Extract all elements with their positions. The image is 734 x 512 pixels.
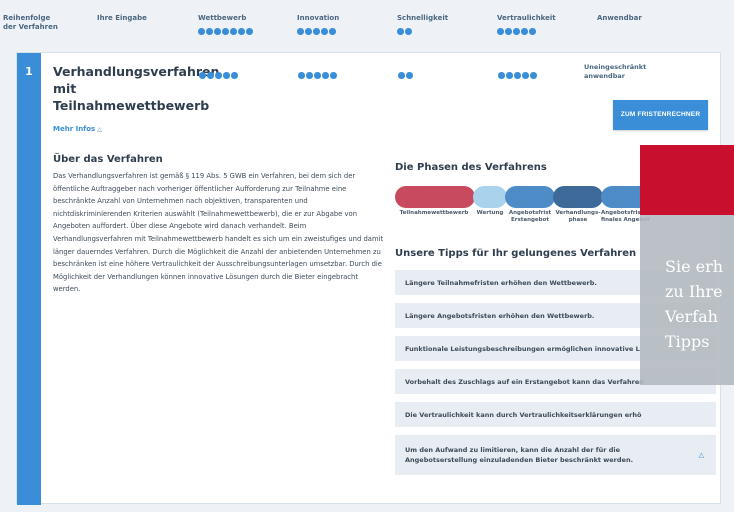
triangle-up-icon: △ (97, 126, 102, 133)
results-table-header: Reihenfolge der Verfahren Ihre Eingabe W… (0, 0, 734, 52)
rating-dot (207, 72, 214, 79)
rating-dot (505, 28, 512, 35)
rating-dot (314, 72, 321, 79)
phase-label-teilnahmewettbewerb: Teilnahmewettbewerb (399, 210, 469, 216)
tip-text: Längere Teilnahmefristen erhöhen den Wet… (405, 278, 597, 287)
header-vertraulichkeit-label: Vertraulichkeit (497, 14, 556, 22)
rating-dot (313, 28, 320, 35)
header-anwendbar: Anwendbar (597, 14, 642, 23)
tip-item-expanded[interactable]: Um den Aufwand zu limitieren, kann die A… (395, 435, 716, 475)
rating-dot (397, 28, 404, 35)
procedure-innovation-dots (298, 72, 337, 79)
header-order: Reihenfolge der Verfahren (3, 14, 58, 32)
more-info-label: Mehr Infos (53, 125, 96, 133)
rating-dot (238, 28, 245, 35)
rating-dot (497, 28, 504, 35)
rating-dot (529, 28, 536, 35)
procedure-rank-number: 1 (25, 65, 33, 78)
overlay-line: Sie erh (665, 257, 724, 276)
procedure-schnelligkeit-dots (398, 72, 413, 79)
procedure-wettbewerb-dots (199, 72, 238, 79)
rating-dot (230, 28, 237, 35)
rating-dot (199, 72, 206, 79)
rating-dot (514, 72, 521, 79)
rating-dot (330, 72, 337, 79)
vertraulichkeit-rating-dots (497, 28, 556, 35)
triangle-up-icon: △ (698, 451, 704, 459)
phase-label-verhandlung: Verhandlungs-phase (555, 210, 601, 223)
schnelligkeit-rating-dots (397, 28, 448, 35)
rating-dot (521, 28, 528, 35)
tip-text: Um den Aufwand zu limitieren, kann die A… (405, 446, 634, 464)
rating-dot (198, 28, 205, 35)
overlay-info-text: Sie erh zu Ihre Verfah Tipps (665, 254, 723, 354)
about-section-text: Das Verhandlungsverfahren ist gemäß § 11… (53, 172, 384, 294)
procedure-rank-bar: 1 (17, 53, 41, 505)
overlay-line: Verfah (665, 307, 718, 326)
rating-dot (297, 28, 304, 35)
header-input-label: Ihre Eingabe (97, 14, 147, 22)
tips-section-title: Unsere Tipps für Ihr gelungenes Verfahre… (395, 248, 637, 259)
rating-dot (298, 72, 305, 79)
phase-bar-wertung (473, 186, 507, 208)
about-section-title: Über das Verfahren (53, 154, 163, 165)
header-schnelligkeit-label: Schnelligkeit (397, 14, 449, 22)
rating-dot (506, 72, 513, 79)
tip-text: Die Vertraulichkeit kann durch Vertrauli… (405, 410, 642, 419)
innovation-rating-dots (297, 28, 339, 35)
procedure-title: Verhandlungsverfahren mit Teilnahmewettb… (53, 64, 220, 113)
rating-dot (222, 28, 229, 35)
phase-label-wertung: Wertung (476, 210, 504, 216)
rating-dot (321, 28, 328, 35)
overlay-red-header (640, 145, 734, 215)
overlay-line: Tipps (665, 332, 710, 351)
fristenrechner-button[interactable]: ZUM FRISTENRECHNER (613, 100, 708, 130)
rating-dot (306, 72, 313, 79)
phase-bar-verhandlung (553, 186, 603, 208)
procedure-vertraulichkeit-dots (498, 72, 537, 79)
overlay-line: zu Ihre (665, 282, 723, 301)
rating-dot (406, 72, 413, 79)
header-input: Ihre Eingabe (97, 14, 147, 23)
tip-text: Funktionale Leistungsbeschreibungen ermö… (405, 344, 640, 353)
rating-dot (329, 28, 336, 35)
header-order-label: Reihenfolge der Verfahren (3, 14, 58, 31)
procedure-card: 1 Verhandlungsverfahren mit Teilnahmewet… (16, 52, 721, 505)
more-info-link[interactable]: Mehr Infos △ (53, 125, 102, 133)
usability-status: Uneingeschränkt anwendbar (584, 63, 647, 80)
rating-dot (214, 28, 221, 35)
wettbewerb-rating-dots (198, 28, 253, 35)
tip-text: Längere Angebotsfristen erhöhen den Wett… (405, 311, 595, 320)
phase-bar-erstangebot (505, 186, 555, 208)
rating-dot (231, 72, 238, 79)
rating-dot (398, 72, 405, 79)
rating-dot (405, 28, 412, 35)
phases-section-title: Die Phasen des Verfahrens (395, 162, 547, 173)
header-wettbewerb: Wettbewerb (198, 14, 253, 35)
rating-dot (530, 72, 537, 79)
header-vertraulichkeit: Vertraulichkeit (497, 14, 556, 35)
header-schnelligkeit: Schnelligkeit (397, 14, 448, 35)
rating-dot (223, 72, 230, 79)
header-innovation-label: Innovation (297, 14, 340, 22)
rating-dot (215, 72, 222, 79)
header-innovation: Innovation (297, 14, 339, 35)
header-wettbewerb-label: Wettbewerb (198, 14, 247, 22)
rating-dot (206, 28, 213, 35)
rating-dot (513, 28, 520, 35)
rating-dot (246, 28, 253, 35)
rating-dot (305, 28, 312, 35)
rating-dot (498, 72, 505, 79)
header-anwendbar-label: Anwendbar (597, 14, 642, 22)
rating-dot (322, 72, 329, 79)
tip-text: Vorbehalt des Zuschlags auf ein Erstange… (405, 377, 644, 386)
tip-item[interactable]: Die Vertraulichkeit kann durch Vertrauli… (395, 402, 716, 427)
phase-bar-teilnahmewettbewerb (395, 186, 475, 208)
phase-label-erstangebot: Angebotsfrist Erstangebot (508, 210, 552, 223)
rating-dot (522, 72, 529, 79)
